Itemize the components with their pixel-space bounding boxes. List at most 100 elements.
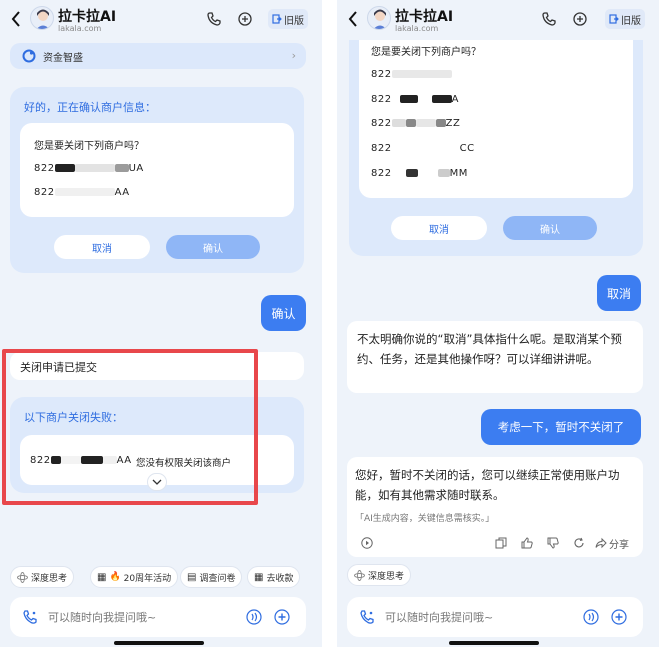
highlight-frame (2, 349, 258, 505)
new-chat-icon[interactable] (572, 11, 588, 27)
redaction (391, 169, 406, 177)
deep-think-label: 深度思考 (368, 571, 405, 582)
merchant-row[interactable]: 822 UA (34, 163, 144, 174)
input-placeholder[interactable]: 可以随时向我提问哦~ (385, 609, 493, 625)
user-message-reconsider: 考虑一下，暂时不关闭了 (481, 409, 641, 445)
redaction (405, 119, 416, 127)
confirm-merchant-card: 您是要关闭下列商户吗？ 822 822 A 822 ZZ 822 CC 822 MM 取… (349, 10, 643, 256)
home-indicator (114, 641, 204, 645)
fund-service-bar[interactable]: 资金智盛 › (10, 43, 306, 69)
merchant-row[interactable]: 822 (371, 69, 452, 80)
redaction (74, 164, 115, 172)
play-icon[interactable] (361, 537, 373, 549)
redaction (417, 95, 432, 103)
merchant-id-prefix: 822 (371, 94, 392, 105)
merchant-id-suffix: A (451, 94, 459, 105)
assistant-avatar (367, 6, 391, 30)
refresh-icon[interactable] (573, 537, 585, 549)
exit-icon (272, 14, 282, 24)
anniversary-label: 20周年活动 (123, 573, 172, 584)
redaction (399, 95, 418, 103)
merchant-id-suffix: CC (459, 143, 475, 154)
merchant-id-suffix: AA (114, 187, 130, 198)
confirm-question: 您是要关闭下列商户吗？ (371, 47, 481, 58)
redaction (417, 169, 438, 177)
assistant-reply-text: 您好，暂时不关闭的话，您可以继续正常使用账户功能，如有其他需求随时联系。 (355, 468, 620, 502)
deep-think-chip[interactable]: 深度思考 (347, 564, 412, 586)
merchant-id-prefix: 822 (371, 143, 392, 154)
cancel-button[interactable]: 取消 (391, 216, 487, 240)
merchant-id-suffix: ZZ (445, 118, 461, 129)
assistant-avatar (30, 6, 54, 30)
old-version-button[interactable]: 旧版 (268, 9, 308, 29)
grid-icon: ▦ (97, 571, 107, 583)
survey-label: 调查问卷 (199, 573, 236, 584)
chat-input-bar[interactable]: 可以随时向我提问哦~ (347, 597, 643, 637)
plus-icon[interactable] (274, 609, 290, 625)
call-icon[interactable] (359, 609, 375, 625)
redaction (391, 119, 406, 127)
merchant-id-suffix: UA (128, 163, 144, 174)
merchant-row[interactable]: 822 AA (34, 187, 130, 198)
voice-icon[interactable] (246, 609, 262, 625)
deep-think-chip[interactable]: 深度思考 (10, 566, 75, 588)
atom-icon (354, 569, 365, 581)
qr-icon: ▦ (254, 571, 264, 583)
confirm-button[interactable]: 确认 (166, 235, 260, 259)
chevron-right-icon: › (291, 49, 296, 62)
chat-input-bar[interactable]: 可以随时向我提问哦~ (10, 597, 306, 637)
old-version-label: 旧版 (621, 15, 641, 27)
plus-icon[interactable] (611, 609, 627, 625)
collect-chip[interactable]: ▦ 去收款 (247, 566, 301, 588)
input-placeholder[interactable]: 可以随时向我提问哦~ (48, 609, 156, 625)
redaction (391, 95, 400, 103)
home-indicator (449, 641, 539, 645)
redaction (114, 164, 129, 172)
merchant-row[interactable]: 822 MM (371, 168, 468, 179)
old-version-button[interactable]: 旧版 (605, 9, 645, 29)
redaction (435, 119, 446, 127)
redaction (437, 169, 450, 177)
phone-icon[interactable] (206, 11, 222, 27)
survey-icon: ▤ (187, 571, 197, 583)
anniversary-chip[interactable]: ▦ 🔥 20周年活动 (90, 566, 179, 588)
exit-icon (609, 14, 619, 24)
app-domain: lakala.com (58, 24, 102, 33)
new-chat-icon[interactable] (237, 11, 253, 27)
redaction (54, 188, 115, 196)
cancel-button[interactable]: 取消 (54, 235, 150, 259)
call-icon[interactable] (22, 609, 38, 625)
confirm-merchant-card: 好的，正在确认商户信息： 您是要关闭下列商户吗？ 822 UA 822 AA 取消 … (10, 87, 304, 273)
redaction (54, 164, 75, 172)
left-phone-screen: 拉卡拉AI lakala.com 旧版 资金智盛 › 好的，正在确认商户信息： … (0, 0, 322, 647)
app-header: 拉卡拉AI lakala.com 旧版 (0, 0, 322, 40)
merchant-id-prefix: 822 (34, 163, 55, 174)
thumbs-down-icon[interactable] (547, 537, 559, 549)
merchant-row[interactable]: 822 A (371, 94, 459, 105)
copy-icon[interactable] (495, 537, 507, 549)
app-header: 拉卡拉AI lakala.com 旧版 (337, 0, 659, 40)
merchant-row[interactable]: 822 ZZ (371, 118, 460, 129)
survey-chip[interactable]: ▤ 调查问卷 (180, 566, 243, 588)
thumbs-up-icon[interactable] (521, 537, 533, 549)
back-arrow-icon[interactable] (346, 9, 360, 29)
redaction (391, 70, 452, 78)
fund-bar-label: 资金智盛 (43, 53, 83, 64)
user-message-confirm: 确认 (261, 295, 306, 331)
share-label[interactable]: 分享 (609, 536, 629, 551)
confirm-title: 好的，正在确认商户信息： (24, 101, 156, 114)
redaction (415, 119, 436, 127)
share-icon[interactable] (595, 537, 607, 549)
fire-icon: 🔥 (109, 572, 121, 582)
collect-label: 去收款 (266, 573, 294, 584)
user-message-cancel: 取消 (597, 275, 641, 311)
voice-icon[interactable] (583, 609, 599, 625)
merchant-id-prefix: 822 (371, 168, 392, 179)
phone-icon[interactable] (541, 11, 557, 27)
right-phone-screen: 您是要关闭下列商户吗？ 822 822 A 822 ZZ 822 CC 822 MM 取… (337, 0, 659, 647)
back-arrow-icon[interactable] (9, 9, 23, 29)
deep-think-label: 深度思考 (31, 573, 68, 584)
merchant-row[interactable]: 822 CC (371, 143, 475, 154)
confirm-button[interactable]: 确认 (503, 216, 597, 240)
ai-notice: 「AI生成内容，关键信息需核实。」 (355, 514, 495, 524)
